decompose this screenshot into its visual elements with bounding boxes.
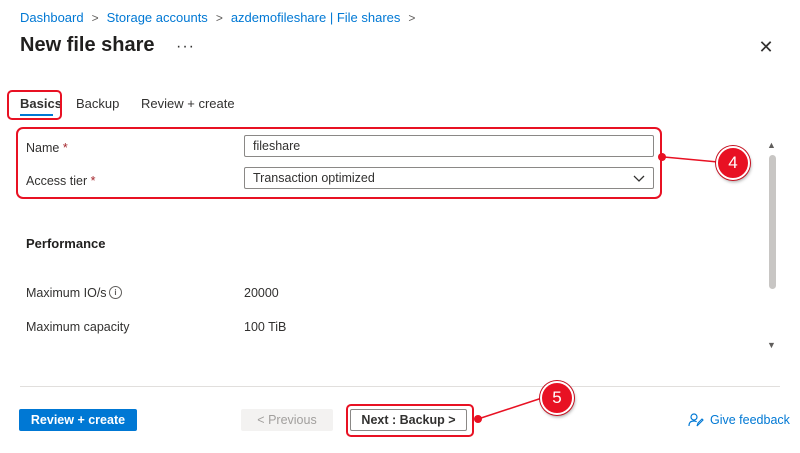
callout-4-dot: [658, 153, 666, 161]
callout-5-badge: 5: [540, 381, 574, 415]
callout-connectors: [477, 156, 719, 420]
callout-4-line: [663, 156, 719, 163]
callout-5-dot: [474, 415, 482, 423]
callout-4-badge: 4: [716, 146, 750, 180]
callout-5-line: [477, 397, 543, 420]
